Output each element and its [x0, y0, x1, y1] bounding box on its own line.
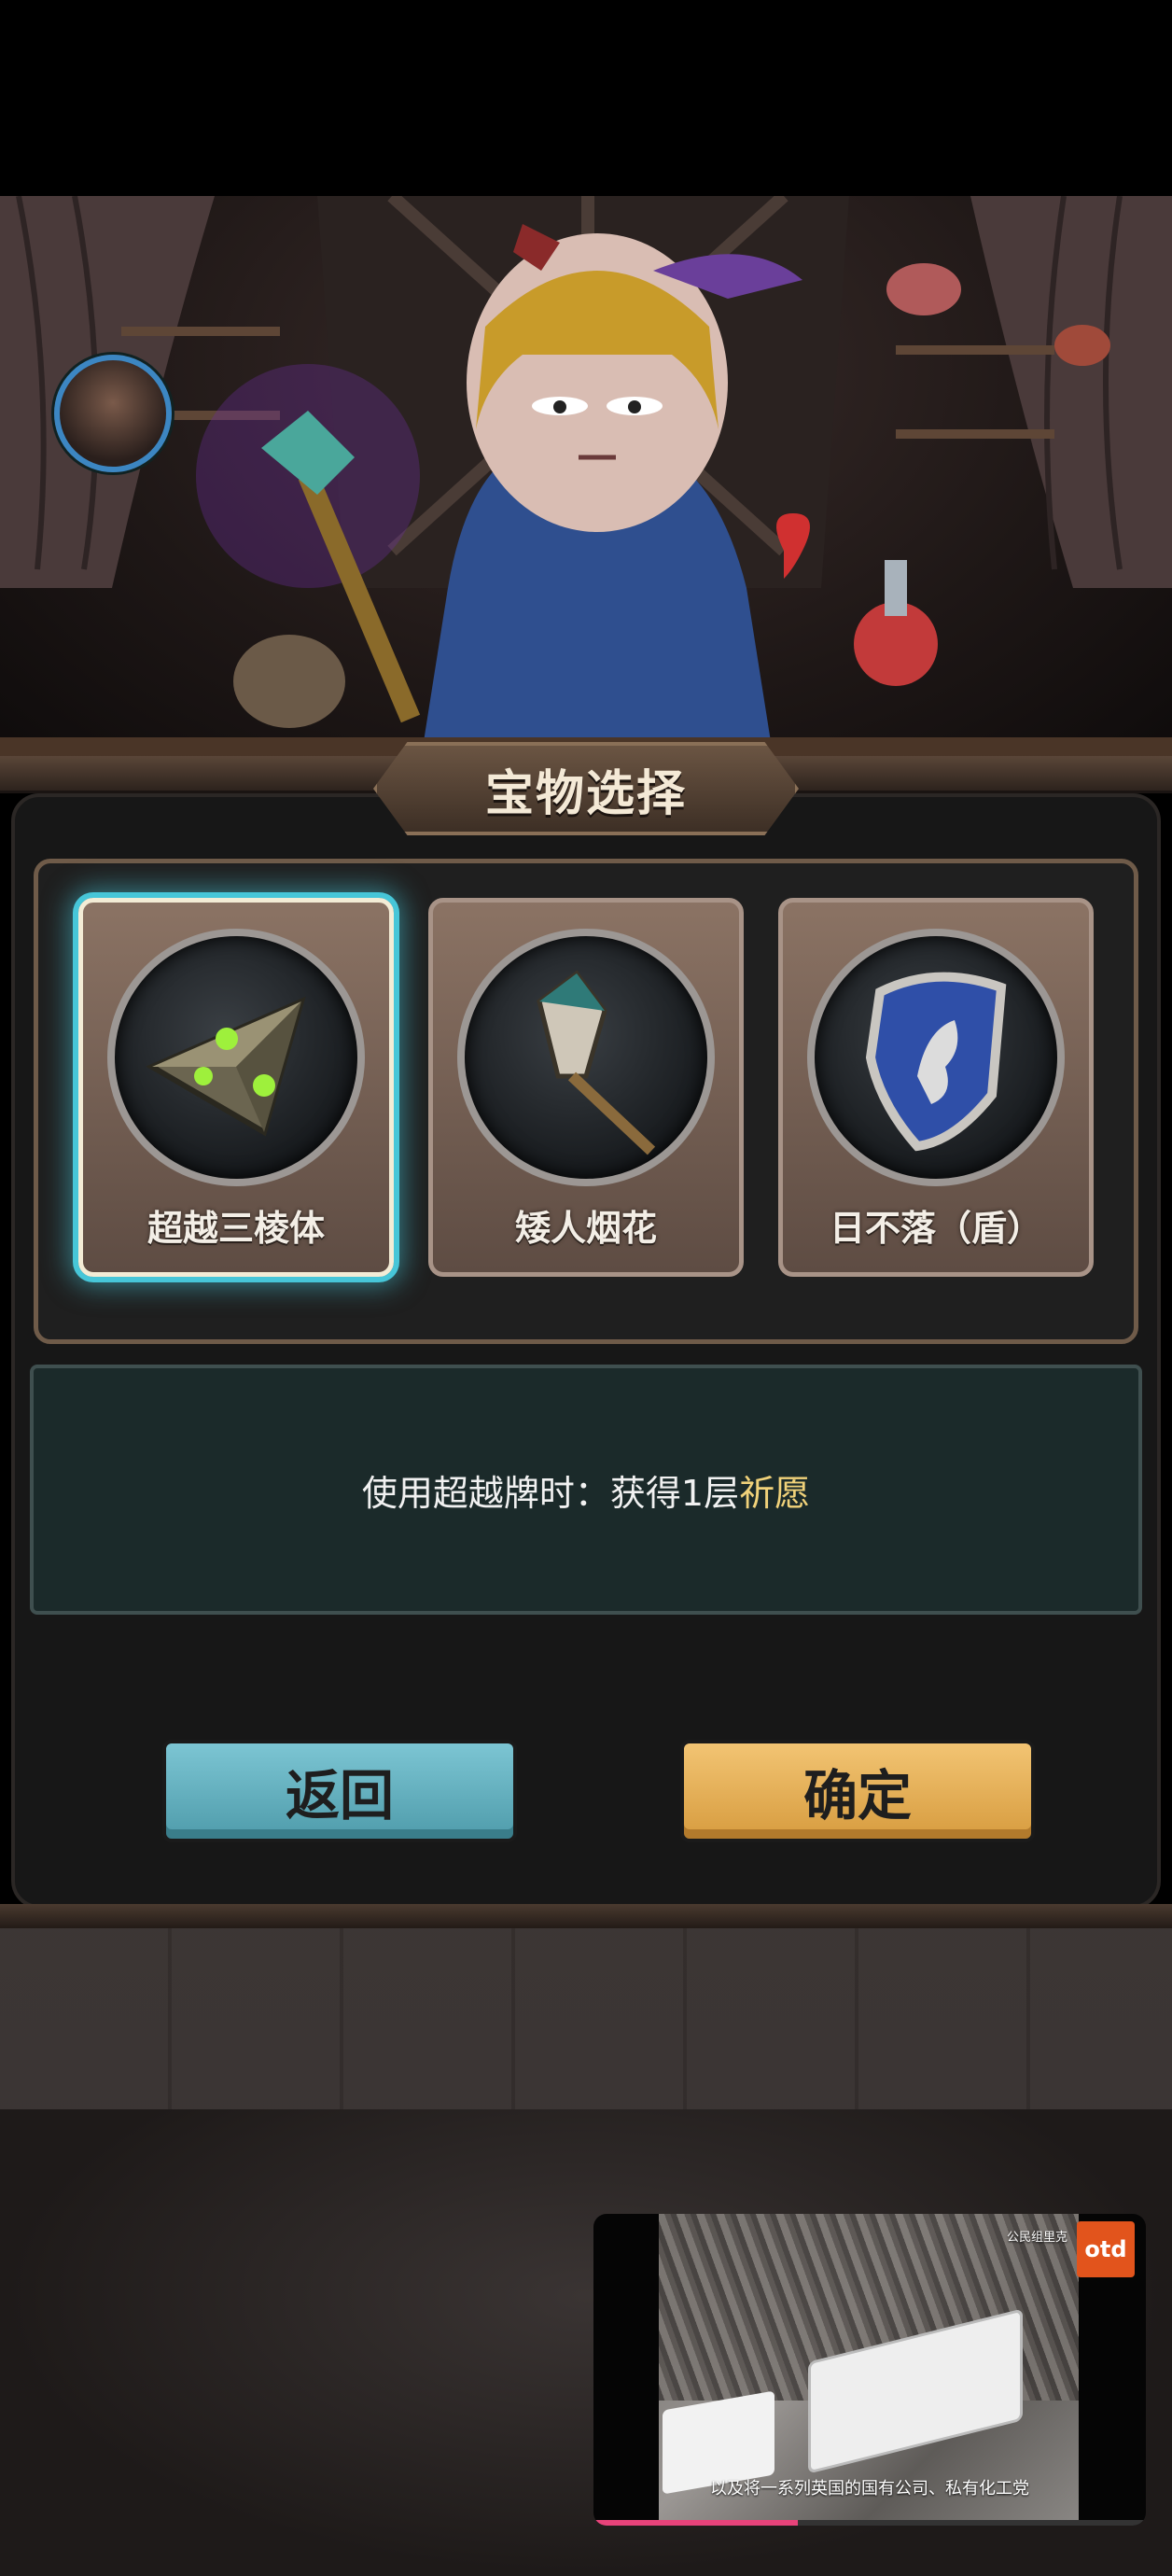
treasure-name: 矮人烟花	[514, 1208, 657, 1249]
highlight-keyword: 祈愿	[739, 1472, 811, 1514]
treasure-card-shield[interactable]: 日不落（盾）	[778, 898, 1094, 1277]
treasure-description-box: 使用超越牌时：获得1层祈愿	[30, 1365, 1142, 1615]
page-title: 宝物选择	[484, 765, 687, 822]
video-subtitle: 以及将一系列英国的国有公司、私有化工党	[710, 2479, 1029, 2499]
treasure-card-prism[interactable]: 超越三棱体	[78, 898, 394, 1277]
floating-video-player[interactable]: 公民组里克 otd 以及将一系列英国的国有公司、私有化工党	[593, 2214, 1146, 2526]
back-button[interactable]: 返回	[162, 1740, 517, 1842]
player-avatar-icon[interactable]	[54, 355, 172, 472]
treasure-name: 日不落（盾）	[829, 1208, 1042, 1249]
confirm-button[interactable]: 确定	[680, 1740, 1035, 1842]
channel-logo: otd	[1077, 2221, 1135, 2277]
top-black-bar	[0, 0, 1172, 196]
title-plate: 宝物选择	[373, 742, 799, 835]
treasure-card-firework[interactable]: 矮人烟花	[428, 898, 744, 1277]
firework-icon	[537, 970, 656, 1155]
panel-bottom-rim	[0, 1904, 1172, 1928]
video-progress-fill	[593, 2520, 799, 2526]
shield-icon	[865, 972, 1007, 1152]
merchant-illustration	[0, 196, 1172, 765]
prism-icon	[146, 996, 306, 1137]
video-top-caption: 公民组里克	[1006, 2231, 1067, 2245]
treasure-orb	[107, 929, 365, 1186]
treasure-name: 超越三棱体	[146, 1208, 325, 1249]
video-progress-bar[interactable]	[593, 2520, 1146, 2526]
treasure-orb	[457, 929, 715, 1186]
merchant-scene	[0, 196, 1172, 765]
treasure-orb	[807, 929, 1065, 1186]
treasure-description: 使用超越牌时：获得1层祈愿	[361, 1472, 811, 1514]
